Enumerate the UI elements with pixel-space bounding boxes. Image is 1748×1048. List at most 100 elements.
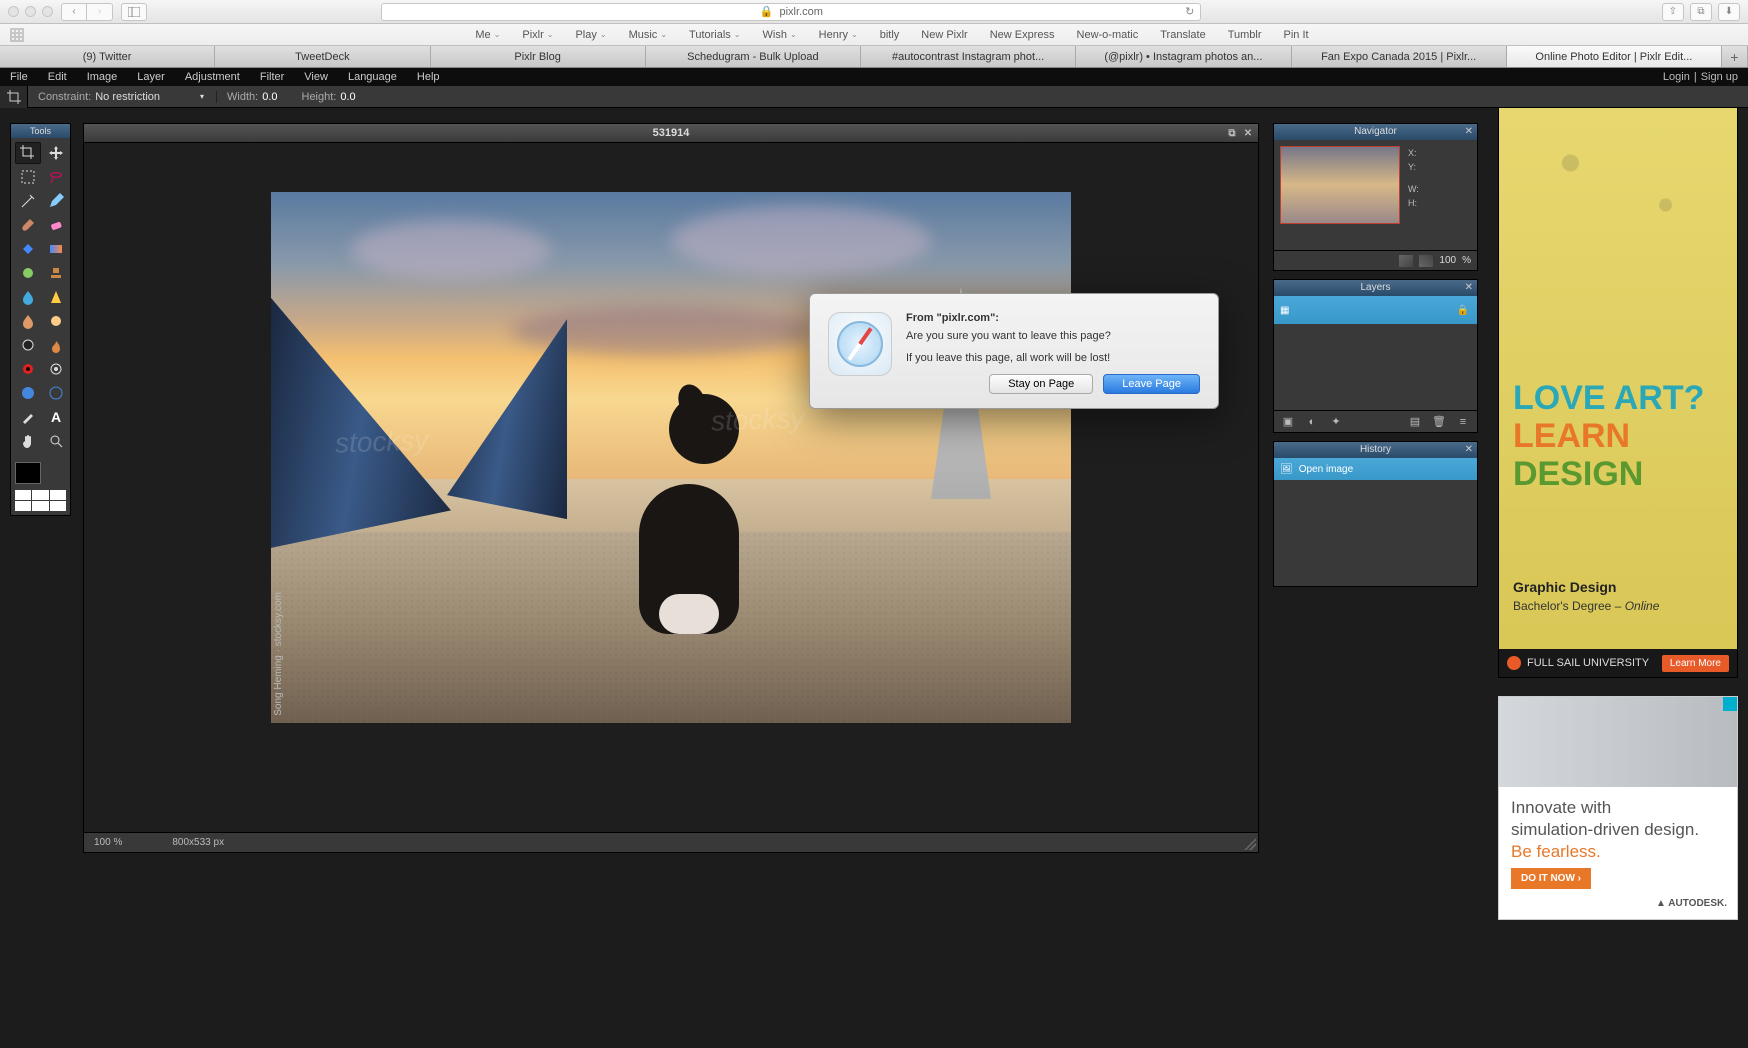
close-icon[interactable]: ✕ bbox=[1465, 442, 1473, 458]
width-value[interactable]: 0.0 bbox=[262, 91, 277, 103]
smudge-tool[interactable] bbox=[15, 310, 41, 332]
blur-tool[interactable] bbox=[15, 286, 41, 308]
bookmark-item[interactable]: New Express bbox=[990, 29, 1055, 41]
back-button[interactable]: ‹ bbox=[61, 3, 87, 21]
bookmark-item[interactable]: New-o-matic bbox=[1077, 29, 1139, 41]
resize-handle-icon[interactable] bbox=[1244, 838, 1256, 850]
bookmark-item[interactable]: Me⌄ bbox=[475, 29, 500, 41]
sharpen-tool[interactable] bbox=[43, 286, 69, 308]
bookmark-item[interactable]: Henry⌄ bbox=[819, 29, 858, 41]
menu-image[interactable]: Image bbox=[77, 71, 128, 83]
marquee-tool[interactable] bbox=[15, 166, 41, 188]
reload-icon[interactable]: ↻ bbox=[1185, 5, 1194, 18]
stay-on-page-button[interactable]: Stay on Page bbox=[989, 374, 1093, 394]
menu-adjustment[interactable]: Adjustment bbox=[175, 71, 250, 83]
delete-layer-icon[interactable]: 🗑 bbox=[1431, 415, 1447, 429]
foreground-color[interactable] bbox=[15, 462, 41, 484]
bookmark-item[interactable]: bitly bbox=[880, 29, 900, 41]
menu-edit[interactable]: Edit bbox=[38, 71, 77, 83]
browser-tab[interactable]: (9) Twitter bbox=[0, 46, 215, 67]
sidebar-toggle[interactable] bbox=[121, 3, 147, 21]
history-row[interactable]: 🖼 Open image bbox=[1274, 458, 1477, 480]
do-it-now-button[interactable]: DO IT NOW › bbox=[1511, 868, 1591, 889]
pencil-tool[interactable] bbox=[43, 190, 69, 212]
maximize-doc-icon[interactable]: ⧉ bbox=[1226, 127, 1238, 139]
browser-tab[interactable]: (@pixlr) • Instagram photos an... bbox=[1076, 46, 1291, 67]
browser-tab[interactable]: Fan Expo Canada 2015 | Pixlr... bbox=[1292, 46, 1507, 67]
close-doc-icon[interactable]: ✕ bbox=[1242, 127, 1254, 139]
menu-help[interactable]: Help bbox=[407, 71, 450, 83]
type-tool[interactable]: A bbox=[43, 406, 69, 428]
leave-page-button[interactable]: Leave Page bbox=[1103, 374, 1200, 394]
layer-fx-icon[interactable]: ✦ bbox=[1328, 415, 1344, 429]
document-titlebar[interactable]: 531914 ⧉ ✕ bbox=[84, 124, 1258, 143]
clone-tool[interactable] bbox=[15, 262, 41, 284]
ad-banner-1[interactable]: LOVE ART? LEARN DESIGN Graphic Design Ba… bbox=[1498, 78, 1738, 678]
preset-palette[interactable] bbox=[15, 490, 66, 511]
bookmark-item[interactable]: Translate bbox=[1160, 29, 1205, 41]
bucket-tool[interactable] bbox=[15, 238, 41, 260]
close-icon[interactable]: ✕ bbox=[1465, 280, 1473, 296]
bookmark-item[interactable]: New Pixlr bbox=[921, 29, 967, 41]
ad-banner-2[interactable]: Innovate with simulation-driven design. … bbox=[1498, 696, 1738, 920]
bookmark-item[interactable]: Tutorials⌄ bbox=[689, 29, 740, 41]
browser-tab[interactable]: Schedugram - Bulk Upload bbox=[646, 46, 861, 67]
downloads-button[interactable]: ⬇ bbox=[1718, 3, 1740, 21]
new-tab-button[interactable]: + bbox=[1722, 46, 1748, 67]
bloat-tool[interactable] bbox=[15, 382, 41, 404]
bookmark-item[interactable]: Music⌄ bbox=[629, 29, 667, 41]
new-layer-icon[interactable]: ▤ bbox=[1407, 415, 1423, 429]
burn-tool[interactable] bbox=[43, 334, 69, 356]
browser-tab[interactable]: Online Photo Editor | Pixlr Edit... bbox=[1507, 46, 1722, 67]
zoom-window-dot[interactable] bbox=[42, 6, 53, 17]
layer-visibility-icon[interactable]: ▦ bbox=[1280, 305, 1289, 316]
layer-row[interactable]: ▦ 🔒 bbox=[1274, 296, 1477, 324]
menu-file[interactable]: File bbox=[0, 71, 38, 83]
navigator-thumbnail[interactable] bbox=[1280, 146, 1400, 224]
zoom-tool[interactable] bbox=[43, 430, 69, 452]
menu-language[interactable]: Language bbox=[338, 71, 407, 83]
browser-tab[interactable]: Pixlr Blog bbox=[431, 46, 646, 67]
bookmark-item[interactable]: Pixlr⌄ bbox=[522, 29, 553, 41]
adchoices-icon[interactable] bbox=[1723, 697, 1737, 711]
menu-view[interactable]: View bbox=[294, 71, 338, 83]
stamp-tool[interactable] bbox=[43, 262, 69, 284]
crop-tool[interactable] bbox=[15, 142, 41, 164]
bookmark-item[interactable]: Wish⌄ bbox=[763, 29, 797, 41]
signup-link[interactable]: Sign up bbox=[1701, 71, 1738, 83]
browser-tab[interactable]: #autocontrast Instagram phot... bbox=[861, 46, 1076, 67]
picker-tool[interactable] bbox=[15, 406, 41, 428]
bookmark-item[interactable]: Tumblr bbox=[1228, 29, 1262, 41]
dodge-tool[interactable] bbox=[15, 334, 41, 356]
layer-menu-icon[interactable]: ≡ bbox=[1455, 415, 1471, 429]
zoom-in-icon[interactable] bbox=[1419, 255, 1433, 267]
login-link[interactable]: Login bbox=[1663, 71, 1690, 83]
top-sites-icon[interactable] bbox=[10, 28, 24, 42]
layer-thumb-icon[interactable]: ▣ bbox=[1280, 415, 1296, 429]
browser-tab[interactable]: TweetDeck bbox=[215, 46, 430, 67]
wand-tool[interactable] bbox=[15, 190, 41, 212]
close-icon[interactable]: ✕ bbox=[1465, 124, 1473, 140]
brush-tool[interactable] bbox=[15, 214, 41, 236]
move-tool[interactable] bbox=[43, 142, 69, 164]
sponge-tool[interactable] bbox=[43, 310, 69, 332]
height-value[interactable]: 0.0 bbox=[340, 91, 355, 103]
lock-icon[interactable]: 🔒 bbox=[1457, 305, 1469, 316]
nav-zoom-value[interactable]: 100 bbox=[1439, 255, 1456, 266]
tabs-button[interactable]: ⧉ bbox=[1690, 3, 1712, 21]
eraser-tool[interactable] bbox=[43, 214, 69, 236]
lasso-tool[interactable] bbox=[43, 166, 69, 188]
hand-tool[interactable] bbox=[15, 430, 41, 452]
menu-filter[interactable]: Filter bbox=[250, 71, 294, 83]
zoom-out-icon[interactable] bbox=[1399, 255, 1413, 267]
address-bar[interactable]: 🔒 pixlr.com ↻ bbox=[381, 3, 1201, 21]
canvas[interactable]: stocksy stocksy Song Heming · stocksy.co… bbox=[84, 143, 1258, 832]
spot-tool[interactable] bbox=[43, 358, 69, 380]
bookmark-item[interactable]: Pin It bbox=[1284, 29, 1309, 41]
menu-layer[interactable]: Layer bbox=[127, 71, 175, 83]
constraint-select[interactable]: No restriction ▾ bbox=[95, 91, 217, 103]
close-window-dot[interactable] bbox=[8, 6, 19, 17]
pinch-tool[interactable] bbox=[43, 382, 69, 404]
share-button[interactable]: ⇧ bbox=[1662, 3, 1684, 21]
forward-button[interactable]: › bbox=[87, 3, 113, 21]
